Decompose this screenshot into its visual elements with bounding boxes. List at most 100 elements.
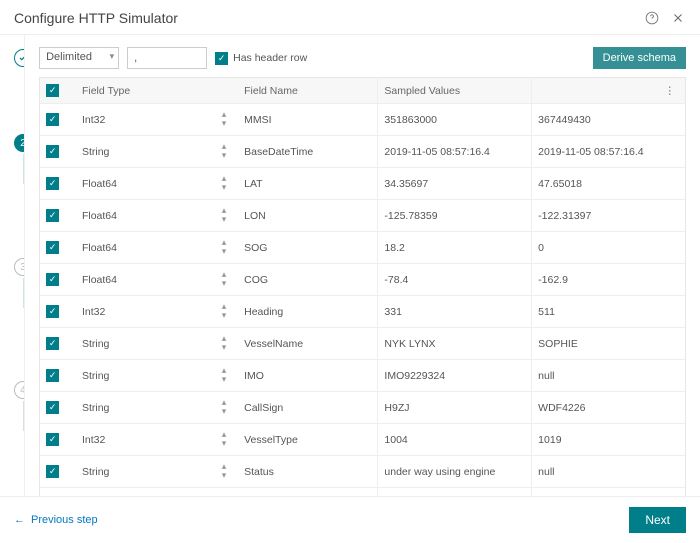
- previous-step-label: Previous step: [31, 514, 98, 526]
- row-checkbox[interactable]: ✓: [40, 104, 76, 136]
- table-row: ✓Int32▴▾Heading331511: [40, 296, 686, 328]
- previous-step-link[interactable]: ← Previous step: [14, 514, 98, 526]
- field-name-cell[interactable]: Length: [238, 488, 378, 497]
- field-type-select[interactable]: String: [76, 456, 216, 488]
- field-name-cell[interactable]: BaseDateTime: [238, 136, 378, 168]
- field-type-select[interactable]: String: [76, 392, 216, 424]
- next-button[interactable]: Next: [629, 507, 686, 533]
- field-type-select[interactable]: String: [76, 328, 216, 360]
- drag-handle-icon[interactable]: ▴▾: [216, 392, 238, 424]
- table-row: ✓Float64▴▾COG-78.4-162.9: [40, 264, 686, 296]
- sample-value-cell: H9ZJ: [378, 392, 532, 424]
- table-row: ✓Float64▴▾LON-125.78359-122.31397: [40, 200, 686, 232]
- field-name-cell[interactable]: MMSI: [238, 104, 378, 136]
- sample-value-cell: null: [532, 360, 686, 392]
- table-row: ✓Int32▴▾VesselType10041019: [40, 424, 686, 456]
- row-checkbox[interactable]: ✓: [40, 328, 76, 360]
- sample-value-cell: -122.31397: [532, 200, 686, 232]
- field-type-select[interactable]: String: [76, 136, 216, 168]
- row-checkbox[interactable]: ✓: [40, 232, 76, 264]
- field-name-cell[interactable]: CallSign: [238, 392, 378, 424]
- step-number-icon: 4: [14, 381, 25, 399]
- sample-value-cell: SOPHIE: [532, 328, 686, 360]
- step-connector: [23, 278, 24, 308]
- field-name-cell[interactable]: SOG: [238, 232, 378, 264]
- sample-value-cell: 511: [532, 296, 686, 328]
- field-name-cell[interactable]: VesselName: [238, 328, 378, 360]
- drag-handle-icon[interactable]: ▴▾: [216, 424, 238, 456]
- drag-handle-icon[interactable]: ▴▾: [216, 232, 238, 264]
- sample-value-cell: 1004: [378, 424, 532, 456]
- drag-handle-icon[interactable]: ▴▾: [216, 264, 238, 296]
- row-checkbox[interactable]: ✓: [40, 168, 76, 200]
- sample-value-cell: 2019-11-05 08:57:16.4: [378, 136, 532, 168]
- field-name-cell[interactable]: LON: [238, 200, 378, 232]
- row-checkbox[interactable]: ✓: [40, 264, 76, 296]
- table-row: ✓Float64▴▾Length299.810.97: [40, 488, 686, 497]
- sample-value-cell: -125.78359: [378, 200, 532, 232]
- field-name-cell[interactable]: IMO: [238, 360, 378, 392]
- checkbox-label: Has header row: [233, 52, 307, 64]
- columns-menu-icon[interactable]: ⋮: [532, 78, 686, 104]
- sample-value-cell: 0: [532, 232, 686, 264]
- drag-handle-icon[interactable]: ▴▾: [216, 136, 238, 168]
- format-select[interactable]: Delimited: [39, 47, 119, 69]
- drag-handle-icon[interactable]: ▴▾: [216, 456, 238, 488]
- field-type-select[interactable]: Int32: [76, 296, 216, 328]
- row-checkbox[interactable]: ✓: [40, 456, 76, 488]
- sample-value-cell: 1019: [532, 424, 686, 456]
- drag-handle-icon[interactable]: ▴▾: [216, 200, 238, 232]
- sample-value-cell: -78.4: [378, 264, 532, 296]
- table-row: ✓Float64▴▾LAT34.3569747.65018: [40, 168, 686, 200]
- help-icon[interactable]: [644, 10, 660, 26]
- checkmark-icon: ✓: [215, 52, 228, 65]
- sample-value-cell: 2019-11-05 08:57:16.4: [532, 136, 686, 168]
- field-type-select[interactable]: Int32: [76, 424, 216, 456]
- step-number-icon: 2: [14, 134, 25, 152]
- table-row: ✓String▴▾BaseDateTime2019-11-05 08:57:16…: [40, 136, 686, 168]
- row-checkbox[interactable]: ✓: [40, 200, 76, 232]
- row-checkbox[interactable]: ✓: [40, 424, 76, 456]
- dialog-header: Configure HTTP Simulator: [0, 0, 700, 35]
- table-header-row: ✓ Field Type Field Name Sampled Values ⋮: [40, 78, 686, 104]
- sample-value-cell: IMO9229324: [378, 360, 532, 392]
- derive-schema-button[interactable]: Derive schema: [593, 47, 686, 69]
- field-name-cell[interactable]: VesselType: [238, 424, 378, 456]
- drag-handle-icon[interactable]: ▴▾: [216, 360, 238, 392]
- row-checkbox[interactable]: ✓: [40, 136, 76, 168]
- field-type-select[interactable]: Int32: [76, 104, 216, 136]
- drag-handle-icon[interactable]: ▴▾: [216, 488, 238, 497]
- select-all-checkbox[interactable]: ✓: [40, 78, 76, 104]
- field-name-cell[interactable]: LAT: [238, 168, 378, 200]
- row-checkbox[interactable]: ✓: [40, 296, 76, 328]
- field-name-cell[interactable]: COG: [238, 264, 378, 296]
- field-type-select[interactable]: Float64: [76, 488, 216, 497]
- field-type-select[interactable]: String: [76, 360, 216, 392]
- drag-handle-icon[interactable]: ▴▾: [216, 296, 238, 328]
- field-name-cell[interactable]: Status: [238, 456, 378, 488]
- drag-handle-icon[interactable]: ▴▾: [216, 104, 238, 136]
- field-type-select[interactable]: Float64: [76, 168, 216, 200]
- dialog-footer: ← Previous step Next: [0, 496, 700, 543]
- sample-value-cell: 10.97: [532, 488, 686, 497]
- drag-handle-icon[interactable]: ▴▾: [216, 168, 238, 200]
- sample-value-cell: 351863000: [378, 104, 532, 136]
- has-header-row-checkbox[interactable]: ✓ Has header row: [215, 52, 307, 65]
- field-type-select[interactable]: Float64: [76, 200, 216, 232]
- dialog-title: Configure HTTP Simulator: [14, 10, 178, 26]
- close-icon[interactable]: [670, 10, 686, 26]
- field-type-select[interactable]: Float64: [76, 264, 216, 296]
- field-name-cell[interactable]: Heading: [238, 296, 378, 328]
- drag-handle-icon[interactable]: ▴▾: [216, 328, 238, 360]
- sample-value-cell: 47.65018: [532, 168, 686, 200]
- check-icon: [14, 49, 25, 67]
- row-checkbox[interactable]: ✓: [40, 360, 76, 392]
- row-checkbox[interactable]: ✓: [40, 488, 76, 497]
- delimiter-input[interactable]: [127, 47, 207, 69]
- field-type-select[interactable]: Float64: [76, 232, 216, 264]
- arrow-left-icon: ←: [14, 514, 25, 526]
- table-row: ✓String▴▾IMOIMO9229324null: [40, 360, 686, 392]
- row-checkbox[interactable]: ✓: [40, 392, 76, 424]
- col-field-type: Field Type: [76, 78, 238, 104]
- sample-value-cell: null: [532, 456, 686, 488]
